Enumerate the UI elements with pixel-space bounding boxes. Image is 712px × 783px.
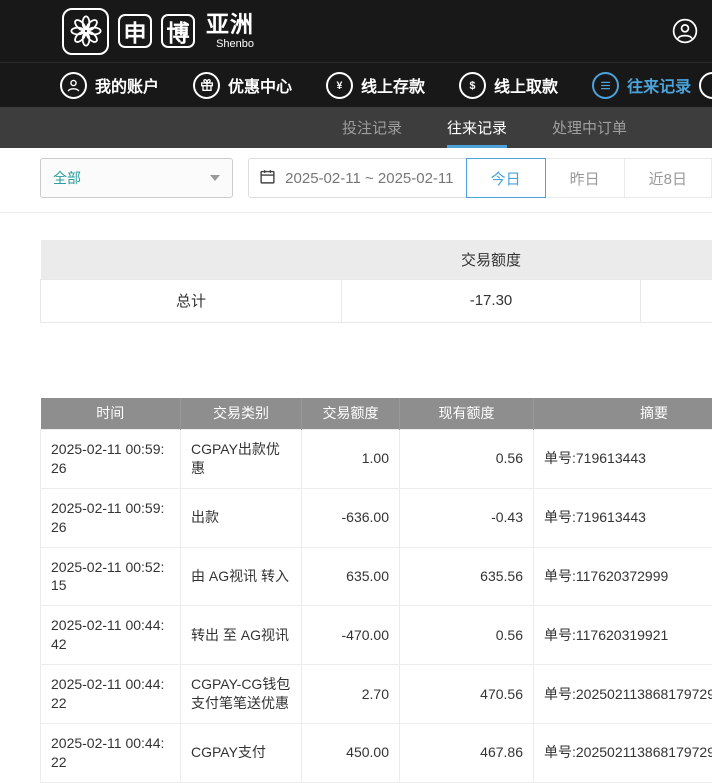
brand-char-2: 博 [161, 14, 195, 48]
transaction-row: 2025-02-11 00:44:42 转出 至 AG视讯 -470.00 0.… [41, 606, 712, 665]
cell-time: 2025-02-11 00:52:15 [41, 547, 181, 606]
cell-type: CGPAY支付 [181, 723, 302, 782]
brand-logo[interactable]: 申 博 亚洲 Shenbo [62, 8, 254, 55]
nav-item-my-account[interactable]: 我的账户 [60, 72, 159, 99]
transaction-row: 2025-02-11 00:44:22 CGPAY-CG钱包支付笔笔送优惠 2.… [41, 665, 712, 724]
cell-note: 单号:719613443 [534, 488, 712, 547]
svg-text:¥: ¥ [337, 80, 343, 92]
cell-time: 2025-02-11 00:44:22 [41, 723, 181, 782]
chevron-down-icon [210, 175, 220, 181]
transaction-row: 2025-02-11 00:44:22 CGPAY支付 450.00 467.8… [41, 723, 712, 782]
flower-logo-icon [62, 8, 109, 55]
svg-text:$: $ [470, 80, 476, 92]
brand-char-1: 申 [118, 14, 152, 48]
transaction-row: 2025-02-11 00:59:26 出款 -636.00 -0.43 单号:… [41, 488, 712, 547]
nav-item-label: 线上存款 [361, 73, 425, 97]
type-filter-value: 全部 [53, 168, 81, 188]
cell-balance: 467.86 [400, 723, 534, 782]
col-header-type: 交易类别 [181, 398, 302, 430]
tab-processing-orders[interactable]: 处理中订单 [552, 107, 627, 148]
nav-item-label: 我的账户 [95, 73, 159, 97]
nav-more-icon[interactable] [699, 72, 712, 99]
section-divider [0, 212, 712, 213]
brand-region: 亚洲 Shenbo [206, 13, 254, 50]
account-avatar-icon[interactable] [672, 18, 698, 44]
promo-icon [193, 72, 220, 99]
summary-total-row: 总计 -17.30 [41, 279, 712, 322]
cell-amount: -470.00 [302, 606, 400, 665]
nav-item-label: 线上取款 [494, 73, 558, 97]
main-nav: 我的账户 优惠中心 ¥ 线上存款 $ 线 [0, 62, 712, 107]
sub-nav: 投注记录 往来记录 处理中订单 [0, 107, 712, 148]
col-header-amount: 交易额度 [302, 398, 400, 430]
top-bar: 申 博 亚洲 Shenbo [0, 0, 712, 62]
cell-note: 单号:117620319921 [534, 606, 712, 665]
deposit-icon: ¥ [326, 72, 353, 99]
summary-header-blank-2 [641, 240, 712, 279]
quick-filter-yesterday[interactable]: 昨日 [545, 158, 625, 198]
cell-amount: -636.00 [302, 488, 400, 547]
summary-table: 交易额度 总计 -17.30 [40, 240, 712, 323]
nav-item-withdraw[interactable]: $ 线上取款 [459, 72, 558, 99]
nav-item-label: 优惠中心 [228, 73, 292, 97]
cell-balance: 0.56 [400, 606, 534, 665]
tab-betting-records[interactable]: 投注记录 [342, 107, 402, 148]
date-range-value: 2025-02-11 ~ 2025-02-11 [285, 170, 453, 187]
cell-type: 转出 至 AG视讯 [181, 606, 302, 665]
quick-filter-today[interactable]: 今日 [466, 158, 546, 198]
cell-time: 2025-02-11 00:59:26 [41, 488, 181, 547]
cell-type: 出款 [181, 488, 302, 547]
summary-header-amount: 交易额度 [342, 240, 641, 279]
nav-item-records[interactable]: 往来记录 [592, 72, 691, 99]
nav-item-promotions[interactable]: 优惠中心 [193, 72, 292, 99]
transactions-header-row: 时间 交易类别 交易额度 现有额度 摘要 [41, 398, 712, 430]
type-filter-dropdown[interactable]: 全部 [40, 158, 233, 198]
col-header-time: 时间 [41, 398, 181, 430]
cell-type: CGPAY出款优惠 [181, 430, 302, 489]
quick-filter-last8days[interactable]: 近8日 [624, 158, 712, 198]
cell-note: 单号:117620372999 [534, 547, 712, 606]
cell-amount: 1.00 [302, 430, 400, 489]
cell-balance: 470.56 [400, 665, 534, 724]
cell-type: CGPAY-CG钱包支付笔笔送优惠 [181, 665, 302, 724]
summary-total-label: 总计 [41, 279, 342, 322]
filter-bar: 全部 2025-02-11 ~ 2025-02-11 今日 昨日 近8日 [40, 158, 712, 198]
transactions-body: 2025-02-11 00:59:26 CGPAY出款优惠 1.00 0.56 … [41, 430, 712, 783]
col-header-note: 摘要 [534, 398, 712, 430]
nav-item-label: 往来记录 [627, 73, 691, 97]
brand-region-text: 亚洲 [206, 13, 254, 36]
col-header-balance: 现有额度 [400, 398, 534, 430]
cell-balance: -0.43 [400, 488, 534, 547]
tab-transaction-records[interactable]: 往来记录 [447, 107, 507, 148]
cell-amount: 2.70 [302, 665, 400, 724]
brand-subtitle: Shenbo [216, 39, 254, 50]
nav-item-deposit[interactable]: ¥ 线上存款 [326, 72, 425, 99]
summary-total-blank [641, 279, 712, 322]
transaction-row: 2025-02-11 00:52:15 由 AG视讯 转入 635.00 635… [41, 547, 712, 606]
cell-time: 2025-02-11 00:59:26 [41, 430, 181, 489]
account-icon [60, 72, 87, 99]
cell-time: 2025-02-11 00:44:42 [41, 606, 181, 665]
cell-amount: 450.00 [302, 723, 400, 782]
cell-note: 单号:202502113868179729 [534, 723, 712, 782]
records-icon [592, 72, 619, 99]
transactions-section: 时间 交易类别 交易额度 现有额度 摘要 2025-02-11 00:59:26… [40, 398, 712, 783]
calendar-icon [259, 168, 276, 189]
summary-header-blank [41, 240, 342, 279]
withdraw-icon: $ [459, 72, 486, 99]
summary-header-row: 交易额度 [41, 240, 712, 279]
cell-note: 单号:719613443 [534, 430, 712, 489]
cell-balance: 0.56 [400, 430, 534, 489]
cell-time: 2025-02-11 00:44:22 [41, 665, 181, 724]
cell-balance: 635.56 [400, 547, 534, 606]
cell-amount: 635.00 [302, 547, 400, 606]
transactions-table: 时间 交易类别 交易额度 现有额度 摘要 2025-02-11 00:59:26… [40, 398, 712, 783]
transaction-row: 2025-02-11 00:59:26 CGPAY出款优惠 1.00 0.56 … [41, 430, 712, 489]
cell-type: 由 AG视讯 转入 [181, 547, 302, 606]
summary-total-value: -17.30 [342, 279, 641, 322]
date-range-picker[interactable]: 2025-02-11 ~ 2025-02-11 [248, 158, 466, 198]
cell-note: 单号:202502113868179729 [534, 665, 712, 724]
